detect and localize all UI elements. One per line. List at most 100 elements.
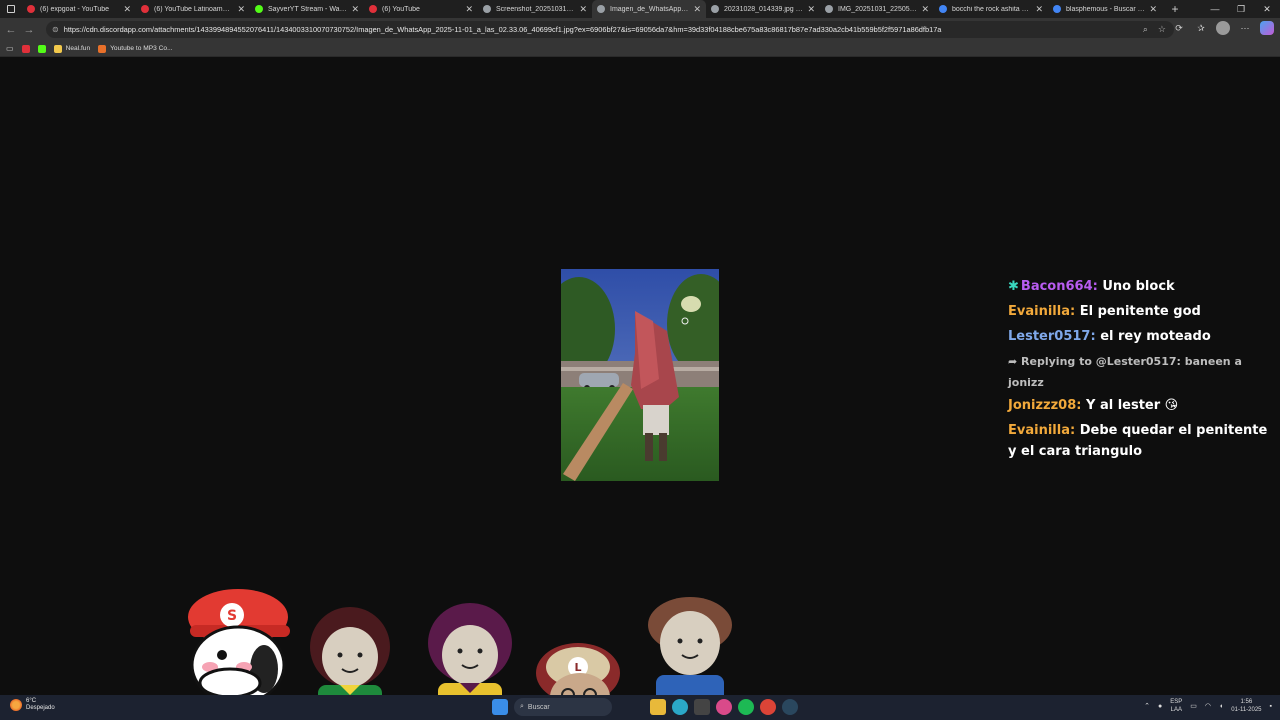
close-window-icon[interactable]: ✕	[1254, 0, 1280, 18]
chat-text: Y al lester 😘	[1086, 398, 1179, 413]
edge-icon[interactable]	[672, 699, 688, 715]
volume-icon[interactable]: ◖	[1219, 703, 1223, 710]
tab-favicon-icon	[825, 5, 833, 13]
chat-message: Evainilla: El penitente god	[1008, 301, 1274, 322]
spotify-icon[interactable]	[738, 699, 754, 715]
tab-close-icon[interactable]: ✕	[465, 4, 473, 15]
menu-dots-icon[interactable]: ⋯	[1238, 21, 1252, 35]
browser-tab[interactable]: (6) YouTube ✕	[364, 0, 478, 18]
tab-close-icon[interactable]: ✕	[351, 4, 359, 15]
tab-favicon-icon	[141, 5, 149, 13]
chat-username: Evainilla:	[1008, 423, 1076, 438]
browser-tab[interactable]: Imagen_de_WhatsApp_202... ✕	[592, 0, 706, 18]
bookmark-item[interactable]	[37, 44, 46, 53]
tab-title: blasphemous - Buscar con...	[1066, 5, 1145, 13]
tab-favicon-icon	[939, 5, 947, 13]
tab-close-icon[interactable]: ✕	[1149, 4, 1157, 15]
maximize-icon[interactable]: ❐	[1228, 0, 1254, 18]
apps-icon[interactable]: ▭	[6, 44, 14, 53]
chevron-up-icon[interactable]: ⌃	[1144, 702, 1150, 710]
tab-close-icon[interactable]: ✕	[579, 4, 587, 15]
tab-title: Screenshot_20251031-194...	[496, 5, 575, 13]
tab-favicon-icon	[255, 5, 263, 13]
url-text[interactable]: https://cdn.discordapp.com/attachments/1…	[64, 25, 1134, 34]
tab-close-icon[interactable]: ✕	[807, 4, 815, 15]
chat-username: Bacon664:	[1020, 279, 1098, 294]
tab-title: (6) YouTube Latinoamérica	[154, 5, 234, 13]
bookmarks-bar: ▭ Neal.fun Youtube to MP3 Co...	[0, 41, 1280, 57]
image-viewer: ✱ Bacon664: Uno block Evainilla: El penite…	[0, 58, 1280, 695]
minimize-icon[interactable]: —	[1202, 0, 1228, 18]
tab-title: 20231028_014339.jpg (228...	[724, 5, 803, 13]
browser-tab[interactable]: (6) YouTube Latinoamérica ✕	[136, 0, 250, 18]
tab-favicon-icon	[1053, 5, 1061, 13]
zoom-search-icon[interactable]: ⌕	[1143, 24, 1148, 35]
copilot-icon[interactable]	[1260, 21, 1274, 35]
browser-tab[interactable]: Screenshot_20251031-194... ✕	[478, 0, 592, 18]
browser-tab[interactable]: bocchi the rock ashita no jo... ✕	[934, 0, 1048, 18]
weather-desc: Despejado	[26, 705, 55, 711]
browser-tab[interactable]: IMG_20251031_225051.jpg ✕	[820, 0, 934, 18]
notification-icon[interactable]: ▪	[1270, 703, 1272, 710]
bookmark-item[interactable]	[21, 44, 30, 53]
profile-avatar[interactable]	[1216, 21, 1230, 35]
new-tab-button[interactable]: +	[1166, 2, 1184, 16]
chat-message: Jonizzz08: Y al lester 😘	[1008, 395, 1274, 416]
tab-title: (6) YouTube	[382, 5, 420, 13]
weather-widget[interactable]: 6°C Despejado	[10, 698, 55, 712]
youtube-icon	[21, 44, 30, 53]
search-icon: ⌕	[520, 703, 524, 710]
chat-text: El penitente god	[1079, 304, 1201, 319]
browser-tab[interactable]: (6) expgoat - YouTube ✕	[22, 0, 136, 18]
weather-icon	[10, 699, 22, 711]
taskbar-search[interactable]: ⌕ Buscar	[514, 698, 612, 716]
converter-icon	[98, 44, 107, 53]
chrome-icon[interactable]	[760, 699, 776, 715]
bookmark-item[interactable]: Neal.fun	[53, 44, 91, 53]
steam-icon[interactable]	[782, 699, 798, 715]
file-explorer-icon[interactable]	[650, 699, 666, 715]
mic-icon[interactable]: ●	[1158, 703, 1162, 710]
bookmark-label: Youtube to MP3 Co...	[110, 45, 173, 52]
chat-message: Lester0517: el rey moteado	[1008, 326, 1274, 347]
start-icon[interactable]	[492, 699, 508, 715]
neal-icon	[53, 44, 62, 53]
reply-icon: ➦	[1008, 355, 1022, 368]
chat-username: Jonizzz08:	[1008, 398, 1082, 413]
obs-icon[interactable]	[716, 699, 732, 715]
site-info-icon[interactable]: ⊜	[52, 25, 59, 34]
address-bar[interactable]: ⊜ https://cdn.discordapp.com/attachments…	[46, 21, 1174, 38]
app-icon[interactable]	[694, 699, 710, 715]
system-tray: ⌃ ● ESP LAA ▭ ◠ ◖ 1:56 01-11-2025 ▪	[1144, 698, 1272, 714]
tab-favicon-icon	[369, 5, 377, 13]
tab-close-icon[interactable]: ✕	[123, 4, 131, 15]
back-icon[interactable]: ←	[2, 24, 20, 36]
chat-username: Evainilla:	[1008, 304, 1076, 319]
window-menu-icon[interactable]	[0, 0, 22, 18]
tab-close-icon[interactable]: ✕	[237, 4, 245, 15]
whatsapp-photo[interactable]	[561, 269, 719, 481]
chat-text: Uno block	[1102, 279, 1175, 294]
clock[interactable]: 1:56 01-11-2025	[1231, 698, 1261, 714]
monitor-icon[interactable]: ▭	[1190, 702, 1197, 710]
stream-chat-overlay: ✱ Bacon664: Uno block Evainilla: El penite…	[1008, 276, 1274, 466]
refresh-icon[interactable]: ⟳	[1172, 21, 1186, 35]
tab-favicon-icon	[27, 5, 35, 13]
browser-tab[interactable]: SayverYT Stream - Watch Li...✕	[250, 0, 364, 18]
tab-close-icon[interactable]: ✕	[1035, 4, 1043, 15]
language-indicator[interactable]: ESP LAA	[1170, 698, 1182, 714]
tab-title: (6) expgoat - YouTube	[40, 5, 110, 13]
tab-close-icon[interactable]: ✕	[693, 4, 701, 15]
browser-tab[interactable]: 20231028_014339.jpg (228... ✕	[706, 0, 820, 18]
bookmark-item[interactable]: Youtube to MP3 Co...	[98, 44, 173, 53]
tab-close-icon[interactable]: ✕	[921, 4, 929, 15]
favorites-icon[interactable]: ✰	[1194, 21, 1208, 35]
bookmark-label: Neal.fun	[65, 45, 91, 52]
tab-title: IMG_20251031_225051.jpg	[838, 5, 918, 13]
browser-tab[interactable]: blasphemous - Buscar con... ✕	[1048, 0, 1162, 18]
star-icon: ✱	[1008, 279, 1019, 294]
wifi-icon[interactable]: ◠	[1205, 702, 1211, 710]
tab-favicon-icon	[711, 5, 719, 13]
forward-icon[interactable]: →	[20, 24, 38, 36]
bookmark-star-icon[interactable]: ☆	[1158, 24, 1166, 35]
